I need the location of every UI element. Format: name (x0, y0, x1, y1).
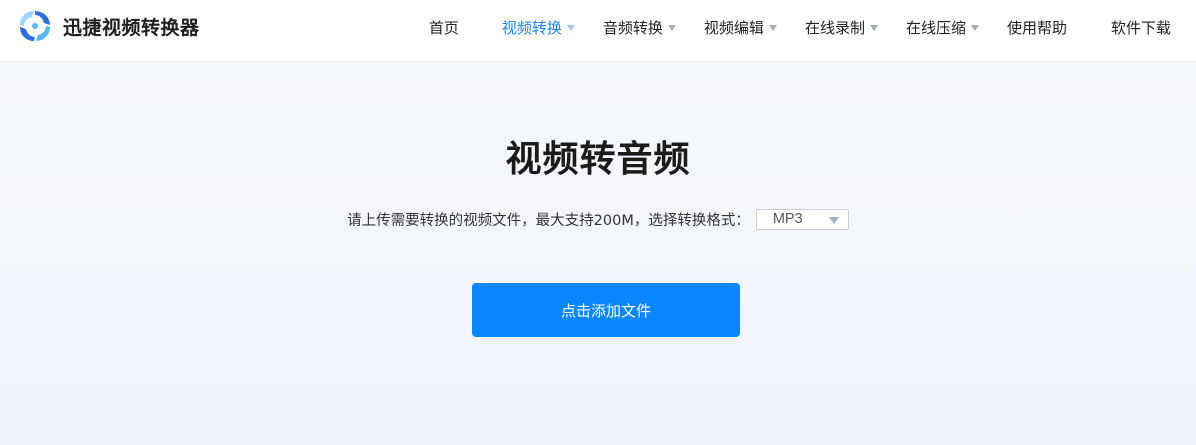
nav-item-help[interactable]: 使用帮助 (1007, 17, 1067, 38)
nav-item-download[interactable]: 软件下载 (1111, 17, 1171, 38)
top-header: 迅捷视频转换器 首页 视频转换 音频转换 视频编辑 在线录制 在线压缩 使用帮助 (0, 0, 1196, 62)
nav-item-video-convert[interactable]: 视频转换 (502, 17, 575, 38)
caret-down-icon (828, 216, 839, 224)
swirl-logo-icon (17, 8, 53, 44)
nav-item-label: 在线录制 (804, 18, 865, 37)
caret-down-icon (869, 24, 878, 31)
nav-item-label: 在线压缩 (905, 18, 966, 37)
format-select[interactable]: MP3 (755, 208, 849, 230)
caret-down-icon (667, 24, 676, 31)
caret-down-icon (566, 24, 575, 31)
nav-item-audio-convert[interactable]: 音频转换 (603, 17, 676, 38)
caret-down-icon (768, 24, 777, 31)
brand-name: 迅捷视频转换器 (63, 16, 200, 39)
nav-item-online-compress[interactable]: 在线压缩 (906, 17, 979, 38)
add-file-button[interactable]: 点击添加文件 (472, 283, 740, 337)
nav-item-home[interactable]: 首页 (429, 17, 459, 38)
page-title: 视频转音频 (505, 139, 691, 180)
nav-item-video-edit[interactable]: 视频编辑 (704, 17, 777, 38)
nav-item-label: 视频转换 (501, 18, 562, 37)
main-nav: 首页 视频转换 音频转换 视频编辑 在线录制 在线压缩 使用帮助 软件下载 (429, 0, 1196, 54)
nav-item-label: 音频转换 (602, 18, 663, 37)
nav-item-label: 软件下载 (1110, 18, 1171, 37)
caret-down-icon (970, 24, 979, 31)
nav-item-label: 使用帮助 (1006, 18, 1067, 37)
upload-instructions: 请上传需要转换的视频文件，最大支持200M，选择转换格式： (347, 212, 750, 229)
nav-item-label: 首页 (428, 18, 459, 37)
brand[interactable]: 迅捷视频转换器 (17, 8, 200, 44)
nav-item-online-record[interactable]: 在线录制 (805, 17, 878, 38)
nav-item-label: 视频编辑 (703, 18, 764, 37)
format-select-value: MP3 (772, 211, 803, 227)
upload-instructions-row: 请上传需要转换的视频文件，最大支持200M，选择转换格式： MP3 (0, 207, 1196, 231)
